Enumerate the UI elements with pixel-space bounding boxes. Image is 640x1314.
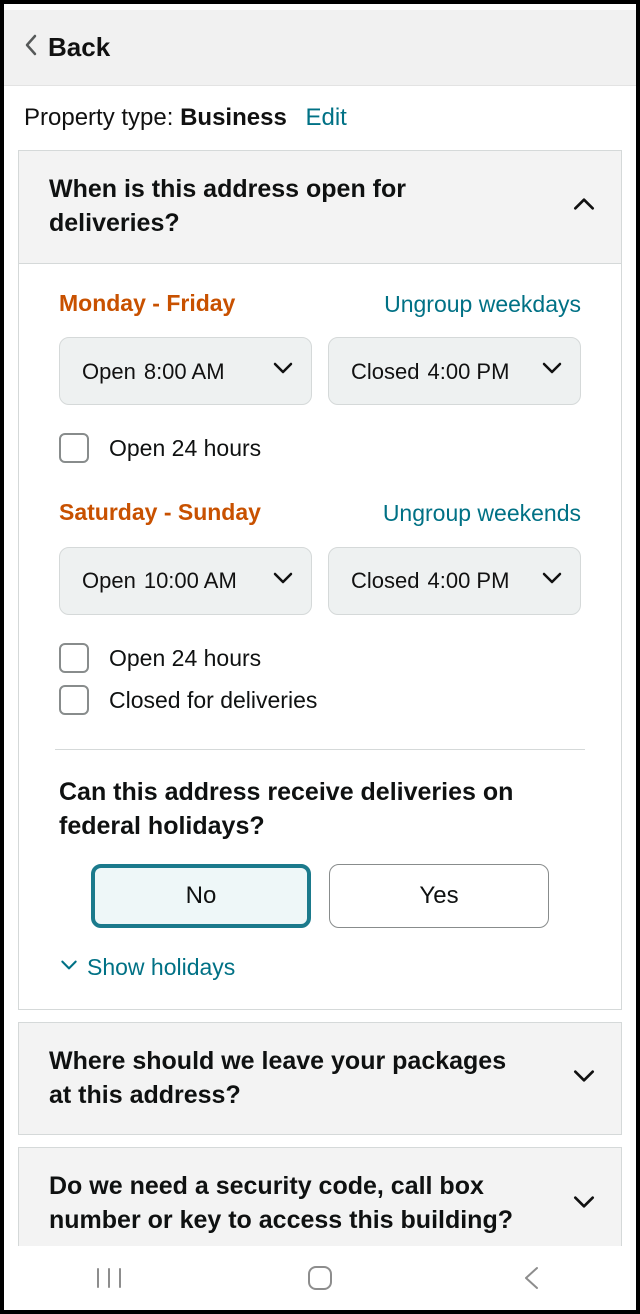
show-holidays-label: Show holidays xyxy=(87,954,235,981)
chevron-left-icon xyxy=(24,34,38,62)
section-security-code-header[interactable]: Do we need a security code, call box num… xyxy=(19,1148,621,1246)
back-label: Back xyxy=(48,32,110,63)
device-nav-recents[interactable] xyxy=(69,1258,149,1298)
closed-prefix: Closed xyxy=(351,359,419,384)
open-prefix: Open xyxy=(82,359,136,384)
weekend-close-time-value: 4:00 PM xyxy=(427,568,509,593)
chevron-up-icon xyxy=(571,191,597,222)
device-nav-back[interactable] xyxy=(491,1258,571,1298)
weekend-closed-checkbox[interactable] xyxy=(59,685,89,715)
weekday-label: Monday - Friday xyxy=(59,290,235,317)
property-type-label: Property type: xyxy=(24,104,173,131)
holidays-yes-button[interactable]: Yes xyxy=(329,864,549,928)
chevron-down-icon xyxy=(540,356,564,386)
section-delivery-hours-header[interactable]: When is this address open for deliveries… xyxy=(19,151,621,263)
device-nav-home[interactable] xyxy=(280,1258,360,1298)
weekday-close-time-select[interactable]: Closed 4:00 PM xyxy=(328,337,581,405)
weekday-open-24h-checkbox[interactable] xyxy=(59,433,89,463)
federal-holidays-question: Can this address receive deliveries on f… xyxy=(59,776,581,844)
weekend-closed-label: Closed for deliveries xyxy=(109,687,317,714)
chevron-down-icon xyxy=(59,954,79,981)
weekend-open-time-value: 10:00 AM xyxy=(144,568,237,593)
section-where-leave-packages-title: Where should we leave your packages at t… xyxy=(49,1045,531,1113)
weekend-group: Saturday - Sunday Ungroup weekends Open 1… xyxy=(59,499,581,715)
section-security-code-title: Do we need a security code, call box num… xyxy=(49,1170,531,1238)
back-button[interactable]: Back xyxy=(24,32,110,63)
weekday-group: Monday - Friday Ungroup weekdays Open 8:0… xyxy=(59,290,581,464)
section-delivery-hours-title: When is this address open for deliveries… xyxy=(49,173,531,241)
edit-property-type-link[interactable]: Edit xyxy=(305,104,346,131)
show-holidays-toggle[interactable]: Show holidays xyxy=(59,954,235,981)
holidays-no-button[interactable]: No xyxy=(91,864,311,928)
section-where-leave-packages-header[interactable]: Where should we leave your packages at t… xyxy=(19,1023,621,1135)
weekday-close-time-value: 4:00 PM xyxy=(427,359,509,384)
property-type-row: Property type: Business Edit xyxy=(4,86,636,146)
weekday-open-time-value: 8:00 AM xyxy=(144,359,225,384)
section-delivery-hours: When is this address open for deliveries… xyxy=(18,150,622,1010)
weekday-open-time-select[interactable]: Open 8:00 AM xyxy=(59,337,312,405)
weekend-open-24h-label: Open 24 hours xyxy=(109,645,261,672)
weekday-open-24h-label: Open 24 hours xyxy=(109,435,261,462)
closed-prefix: Closed xyxy=(351,568,419,593)
divider xyxy=(55,749,585,750)
property-type-value: Business xyxy=(180,104,287,131)
section-security-code: Do we need a security code, call box num… xyxy=(18,1147,622,1246)
weekend-open-24h-checkbox[interactable] xyxy=(59,643,89,673)
chevron-down-icon xyxy=(271,566,295,596)
ungroup-weekdays-link[interactable]: Ungroup weekdays xyxy=(384,290,581,320)
ungroup-weekends-link[interactable]: Ungroup weekends xyxy=(383,499,581,529)
device-nav-bar xyxy=(4,1246,636,1310)
weekend-close-time-select[interactable]: Closed 4:00 PM xyxy=(328,547,581,615)
weekend-open-time-select[interactable]: Open 10:00 AM xyxy=(59,547,312,615)
chevron-down-icon xyxy=(271,356,295,386)
chevron-down-icon xyxy=(540,566,564,596)
chevron-down-icon xyxy=(571,1063,597,1094)
weekend-label: Saturday - Sunday xyxy=(59,499,261,526)
chevron-down-icon xyxy=(571,1189,597,1220)
open-prefix: Open xyxy=(82,568,136,593)
section-where-leave-packages: Where should we leave your packages at t… xyxy=(18,1022,622,1136)
